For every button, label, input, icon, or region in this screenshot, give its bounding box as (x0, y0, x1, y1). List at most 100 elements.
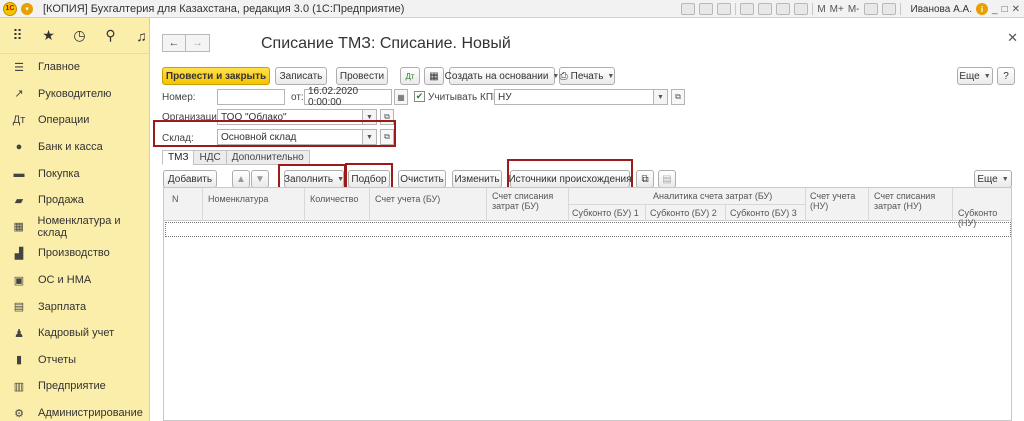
change-button[interactable]: Изменить (452, 170, 502, 188)
organization-field[interactable]: ТОО "Облако" (217, 109, 363, 125)
sidebar-item-enterprise[interactable]: ▥ Предприятие (0, 373, 149, 400)
column-cost-acct-bu[interactable]: Счет списания затрат (БУ) (492, 191, 553, 211)
memory-minus-button[interactable]: M- (848, 4, 860, 15)
copy-icon[interactable]: ⧉ (636, 170, 654, 188)
open-icon[interactable]: ⧉ (380, 109, 394, 125)
apps-grid-icon[interactable]: ⠿ (10, 27, 25, 44)
add-row-button[interactable]: Добавить (163, 170, 217, 188)
column-qty[interactable]: Количество (310, 194, 358, 204)
column-acct-bu[interactable]: Счет учета (БУ) (375, 194, 440, 204)
sidebar-item-production[interactable]: ▟ Производство (0, 240, 149, 267)
sidebar-item-main[interactable]: ☰ Главное (0, 54, 149, 81)
sidebar-item-purchase[interactable]: ▬ Покупка (0, 160, 149, 187)
sidebar-item-inventory[interactable]: ▦ Номенклатура и склад (0, 214, 149, 241)
fill-button[interactable]: Заполнить ▼ (284, 170, 344, 188)
column-group-analytics: Аналитика счета затрат (БУ) (653, 191, 773, 201)
paste-icon[interactable]: ▤ (658, 170, 676, 188)
menu-icon: ☰ (14, 61, 24, 74)
memory-plus-button[interactable]: M+ (830, 4, 844, 15)
history-nav: ← → (162, 34, 210, 52)
calendar-icon[interactable]: ▦ (394, 89, 408, 105)
number-label: Номер: (162, 92, 196, 103)
column-n[interactable]: N (172, 194, 179, 204)
table-toolbar-icon[interactable] (758, 3, 773, 15)
move-up-icon[interactable]: ▲ (232, 170, 250, 188)
print-toolbar-icon[interactable] (699, 3, 714, 15)
dt-kt-icon[interactable]: Дт (400, 67, 420, 85)
save-toolbar-icon[interactable] (681, 3, 696, 15)
warehouse-field[interactable]: Основной склад (217, 129, 363, 145)
tab-vat[interactable]: НДС (193, 150, 227, 165)
sources-button[interactable]: Источники происхождения (508, 170, 632, 188)
coin-icon: ● (15, 141, 23, 154)
more-button[interactable]: Еще ▼ (957, 67, 993, 85)
open-icon[interactable]: ⧉ (380, 129, 394, 145)
calculator-toolbar-icon[interactable] (794, 3, 809, 15)
link-toolbar-icon[interactable] (740, 3, 755, 15)
main-menu-icon[interactable]: ▾ (21, 2, 33, 15)
post-button[interactable]: Провести (336, 67, 388, 85)
notifications-toolbar-icon[interactable] (863, 3, 878, 15)
date-label: от: (291, 92, 304, 103)
memory-m-button[interactable]: M (817, 4, 825, 15)
history-icon[interactable]: ◷ (72, 27, 87, 44)
sidebar-item-admin[interactable]: ⚙ Администрирование (0, 400, 149, 421)
kpn-select[interactable]: НУ (494, 89, 654, 105)
back-arrow-icon[interactable]: ← (162, 34, 186, 52)
pick-button[interactable]: Подбор (348, 170, 390, 188)
tab-additional[interactable]: Дополнительно (225, 150, 310, 165)
close-form-icon[interactable]: ✕ (1007, 30, 1018, 46)
search-icon[interactable]: ⚲ (103, 27, 118, 44)
calendar-toolbar-icon[interactable] (776, 3, 791, 15)
post-and-close-button[interactable]: Провести и закрыть (162, 67, 270, 85)
sidebar-item-sales[interactable]: ▰ Продажа (0, 187, 149, 214)
column-sub3[interactable]: Субконто (БУ) 3 (730, 208, 797, 218)
sidebar-item-manager[interactable]: ↗ Руководителю (0, 81, 149, 108)
minimize-button[interactable]: _ (992, 4, 998, 15)
save-button[interactable]: Записать (275, 67, 327, 85)
sidebar-item-reports[interactable]: ▮ Отчеты (0, 347, 149, 374)
forward-arrow-icon[interactable]: → (186, 34, 210, 52)
sidebar-item-operations[interactable]: Дт Операции (0, 107, 149, 134)
sidebar-item-fixed-assets[interactable]: ▣ ОС и НМА (0, 267, 149, 294)
move-down-icon[interactable]: ▼ (251, 170, 269, 188)
create-based-on-button[interactable]: Создать на основании ▼ (445, 67, 559, 85)
column-cost-acct-nu[interactable]: Счет списания затрат (НУ) (874, 191, 935, 211)
info-icon[interactable]: i (976, 3, 988, 15)
chevron-down-icon[interactable]: ▼ (363, 109, 377, 125)
column-acct-nu[interactable]: Счет учета (НУ) (810, 191, 855, 211)
structure-icon[interactable]: ▦ (424, 67, 444, 85)
sidebar-item-hr[interactable]: ♟ Кадровый учет (0, 320, 149, 347)
star-icon[interactable]: ★ (41, 27, 56, 44)
date-field[interactable]: 16.02.2020 0:00:00 (304, 86, 392, 108)
preview-toolbar-icon[interactable] (717, 3, 732, 15)
sidebar-item-salary[interactable]: ▤ Зарплата (0, 293, 149, 320)
document-form: ✕ ← → Списание ТМЗ: Списание. Новый Пров… (151, 18, 1024, 421)
help-button[interactable]: ? (997, 67, 1015, 85)
open-icon[interactable]: ⧉ (671, 89, 685, 105)
tab-tmz[interactable]: ТМЗ (162, 150, 195, 165)
print-button[interactable]: ⎙ Печать ▼ (559, 67, 615, 85)
kpn-checkbox[interactable]: ✔ (414, 91, 425, 102)
sidebar-item-bank[interactable]: ● Банк и касса (0, 134, 149, 161)
sidebar: ⠿ ★ ◷ ⚲ ♫ ☰ Главное ↗ Руководителю Дт Опера… (0, 18, 150, 421)
column-item[interactable]: Номенклатура (208, 194, 268, 204)
wallet-icon: ▤ (13, 301, 25, 314)
history-toolbar-icon[interactable] (881, 3, 896, 15)
current-user[interactable]: Иванова А.А. (911, 4, 972, 15)
clear-button[interactable]: Очистить (398, 170, 446, 188)
debit-credit-icon: Дт (12, 114, 26, 127)
bell-icon[interactable]: ♫ (134, 28, 149, 44)
chevron-down-icon[interactable]: ▼ (654, 89, 668, 105)
column-sub1[interactable]: Субконто (БУ) 1 (572, 208, 639, 218)
factory-icon: ▟ (14, 247, 24, 260)
table-more-button[interactable]: Еще ▼ (974, 170, 1012, 188)
close-window-button[interactable]: ✕ (1012, 4, 1020, 15)
bar-chart-icon: ▮ (15, 354, 23, 367)
column-sub2[interactable]: Субконто (БУ) 2 (650, 208, 717, 218)
table-row[interactable] (165, 222, 1011, 237)
chevron-down-icon[interactable]: ▼ (363, 129, 377, 145)
maximize-button[interactable]: □ (1002, 4, 1008, 15)
number-field[interactable] (217, 89, 285, 105)
building-icon: ▥ (13, 380, 25, 393)
